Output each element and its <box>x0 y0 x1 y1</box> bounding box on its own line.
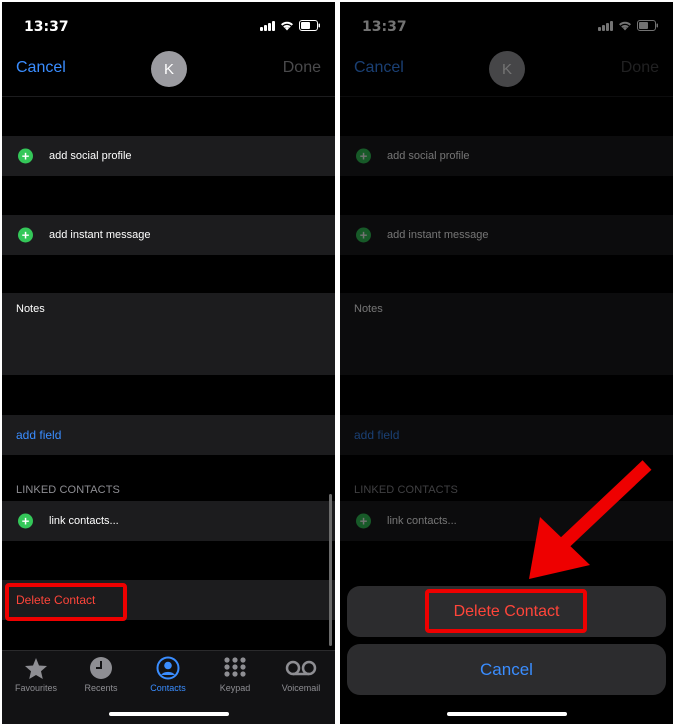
cancel-button[interactable]: Cancel <box>16 59 66 77</box>
delete-contact-row[interactable]: Delete Contact <box>2 580 335 620</box>
avatar[interactable]: K <box>151 51 187 87</box>
tab-favourites[interactable]: Favourites <box>3 655 69 693</box>
add-field-row[interactable]: add field <box>2 415 335 455</box>
voicemail-icon <box>268 655 334 681</box>
row-label: link contacts... <box>49 515 119 527</box>
link-contacts-row[interactable]: + link contacts... <box>2 501 335 541</box>
add-plus-icon: + <box>18 227 33 243</box>
tab-recents[interactable]: Recents <box>68 655 134 693</box>
battery-icon <box>299 20 321 31</box>
tab-label: Favourites <box>14 683 58 693</box>
row-label: add social profile <box>49 150 132 162</box>
person-circle-icon <box>135 655 201 681</box>
row-label: add instant message <box>49 229 151 241</box>
home-indicator <box>108 712 229 716</box>
notes-label: Notes <box>16 303 45 315</box>
clock-icon <box>68 655 134 681</box>
wifi-icon <box>280 20 294 31</box>
tab-label: Recents <box>84 683 118 693</box>
done-button[interactable]: Done <box>283 59 321 77</box>
home-indicator <box>446 712 567 716</box>
tab-keypad[interactable]: Keypad <box>202 655 268 693</box>
phone-screen-left: 13:37 Cancel K Done + add social profile… <box>2 2 335 724</box>
nav-bar: Cancel K Done <box>2 42 335 97</box>
action-delete-contact-button[interactable]: Delete Contact <box>347 603 666 621</box>
status-bar: 13:37 <box>2 2 335 42</box>
star-icon <box>3 655 69 681</box>
tab-contacts[interactable]: Contacts <box>135 655 201 693</box>
action-cancel-button[interactable]: Cancel <box>347 644 666 695</box>
tab-label: Voicemail <box>281 683 321 693</box>
tab-bar: Favourites Recents Contacts Keypad Voice… <box>2 650 335 724</box>
add-field-link[interactable]: add field <box>16 428 61 442</box>
add-plus-icon: + <box>18 513 33 529</box>
delete-contact-button[interactable]: Delete Contact <box>16 593 95 607</box>
status-time: 13:37 <box>24 19 69 35</box>
linked-contacts-header: LINKED CONTACTS <box>16 484 120 496</box>
action-sheet: Delete Contact <box>347 586 666 637</box>
tab-label: Contacts <box>150 683 186 693</box>
action-cancel-label: Cancel <box>480 659 533 679</box>
phone-screen-right: 13:37 Cancel K Done + add social profile… <box>340 2 673 724</box>
add-social-profile-row[interactable]: + add social profile <box>2 136 335 176</box>
add-plus-icon: + <box>18 148 33 164</box>
notes-field[interactable]: Notes <box>2 293 335 375</box>
scrollbar[interactable] <box>329 494 332 646</box>
add-instant-message-row[interactable]: + add instant message <box>2 215 335 255</box>
cellular-signal-icon <box>260 20 275 31</box>
keypad-icon <box>202 655 268 681</box>
tab-label: Keypad <box>219 683 251 693</box>
tab-voicemail[interactable]: Voicemail <box>268 655 334 693</box>
